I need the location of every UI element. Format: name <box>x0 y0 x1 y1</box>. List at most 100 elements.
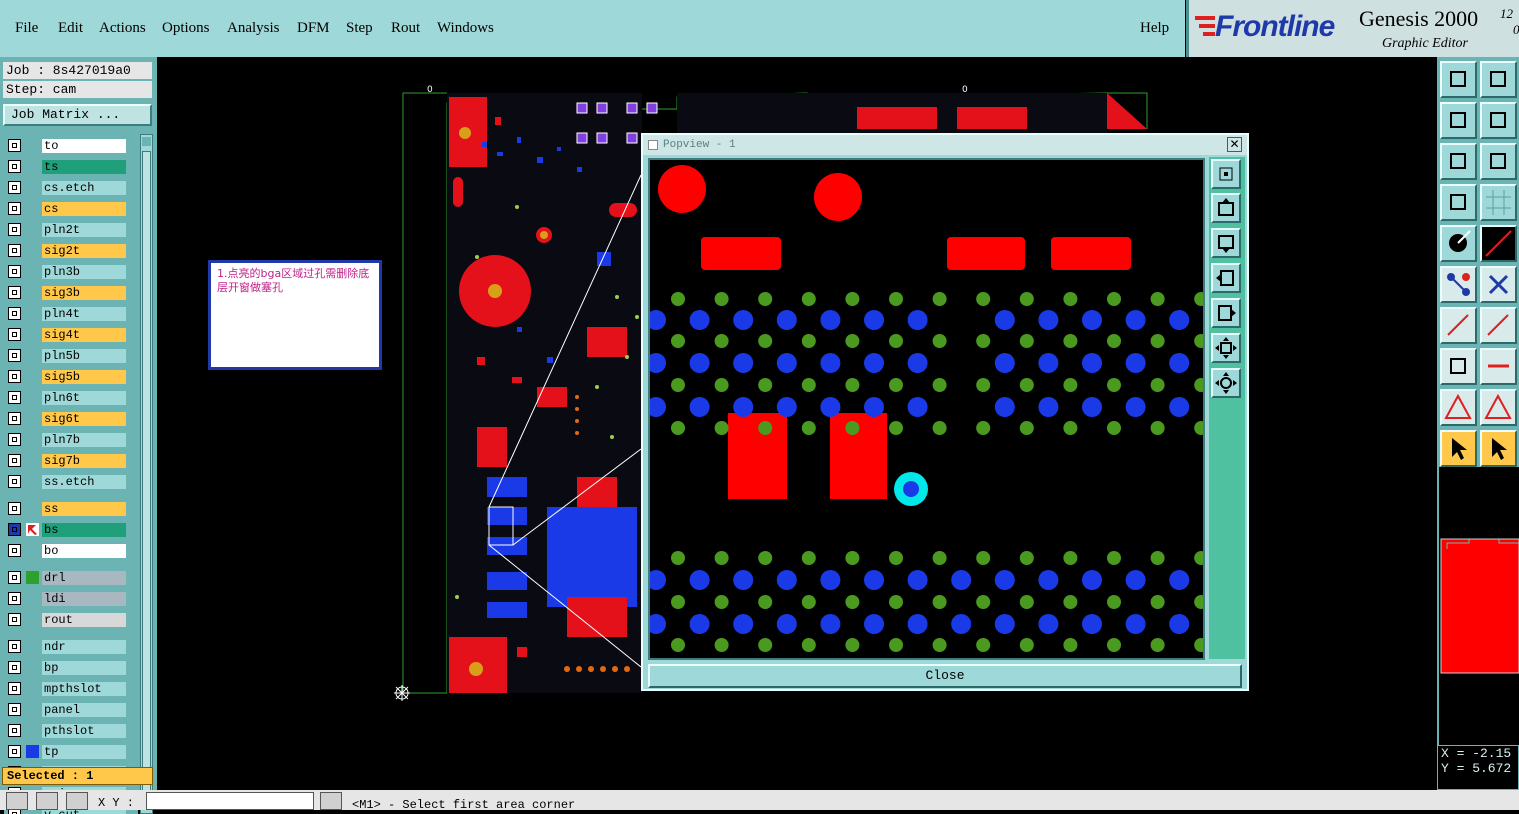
zoom-in-icon[interactable] <box>1440 61 1477 98</box>
layer-checkbox[interactable] <box>8 139 21 152</box>
layer-checkbox[interactable] <box>8 592 21 605</box>
layer-checkbox[interactable] <box>8 475 21 488</box>
layer-checkbox[interactable] <box>8 349 21 362</box>
menu-windows[interactable]: Windows <box>437 20 494 37</box>
layer-checkbox[interactable] <box>8 433 21 446</box>
layer-row-pln5b[interactable]: pln5b <box>4 348 138 363</box>
line-edit-icon[interactable] <box>1480 307 1517 344</box>
layer-checkbox[interactable] <box>8 523 21 536</box>
layer-row-ss[interactable]: ss <box>4 501 138 516</box>
layer-row-pln6t[interactable]: pln6t <box>4 390 138 405</box>
window-menu-icon[interactable] <box>648 140 658 150</box>
layer-name[interactable]: ss <box>42 502 126 516</box>
polygon-icon[interactable] <box>1440 389 1477 426</box>
layer-checkbox[interactable] <box>8 640 21 653</box>
layer-name[interactable]: ts <box>42 160 126 174</box>
layer-list-scrollbar[interactable] <box>140 134 153 814</box>
layer-name[interactable]: sig5b <box>42 370 126 384</box>
menu-actions[interactable]: Actions <box>99 20 146 37</box>
layer-row-sig6t[interactable]: sig6t <box>4 411 138 426</box>
layer-name[interactable]: mpthslot <box>42 682 126 696</box>
menu-edit[interactable]: Edit <box>58 20 83 37</box>
layer-row-rout[interactable]: rout <box>4 612 138 627</box>
zoom-in-icon[interactable] <box>1211 193 1241 223</box>
layer-name[interactable]: bp <box>42 661 126 675</box>
zoom-fit-icon[interactable] <box>1440 143 1477 180</box>
layer-checkbox[interactable] <box>8 682 21 695</box>
layer-name[interactable]: sig6t <box>42 412 126 426</box>
center-icon[interactable] <box>1480 143 1517 180</box>
layer-row-pln4t[interactable]: pln4t <box>4 306 138 321</box>
flip-icon[interactable] <box>1480 225 1517 262</box>
layer-row-sig4t[interactable]: sig4t <box>4 327 138 342</box>
layer-checkbox[interactable] <box>8 202 21 215</box>
layer-checkbox[interactable] <box>8 160 21 173</box>
menu-analysis[interactable]: Analysis <box>227 20 280 37</box>
minimap[interactable] <box>1437 467 1519 745</box>
layer-checkbox[interactable] <box>8 223 21 236</box>
layer-name[interactable]: rout <box>42 613 126 627</box>
xy-input[interactable] <box>146 792 314 810</box>
layer-name[interactable]: drl <box>42 571 126 585</box>
layer-row-pln3b[interactable]: pln3b <box>4 264 138 279</box>
layer-checkbox[interactable] <box>8 661 21 674</box>
menu-file[interactable]: File <box>15 20 38 37</box>
layer-name[interactable]: to <box>42 139 126 153</box>
popview-canvas[interactable] <box>648 158 1205 660</box>
layer-row-mpthslot[interactable]: mpthslot <box>4 681 138 696</box>
layer-checkbox[interactable] <box>8 544 21 557</box>
layer-checkbox[interactable] <box>8 454 21 467</box>
popview-close-button[interactable]: Close <box>648 664 1242 688</box>
layer-name[interactable]: pln6t <box>42 391 126 405</box>
zoom-out-icon[interactable] <box>1480 61 1517 98</box>
zoom-window-icon[interactable] <box>1211 159 1241 189</box>
zoom-out-icon[interactable] <box>1211 228 1241 258</box>
layer-name[interactable]: tp <box>42 745 126 759</box>
layer-row-ts[interactable]: ts <box>4 159 138 174</box>
layer-row-drl[interactable]: drl <box>4 570 138 585</box>
layer-row-cs[interactable]: cs <box>4 201 138 216</box>
pan-right-icon[interactable] <box>1480 102 1517 139</box>
layer-checkbox[interactable] <box>8 613 21 626</box>
layer-checkbox[interactable] <box>8 244 21 257</box>
menu-rout[interactable]: Rout <box>391 20 420 37</box>
layer-checkbox[interactable] <box>8 181 21 194</box>
layer-row-panel[interactable]: panel <box>4 702 138 717</box>
layer-row-sig5b[interactable]: sig5b <box>4 369 138 384</box>
pan-left-icon[interactable] <box>1440 102 1477 139</box>
crosshair-mode-icon[interactable] <box>66 792 88 810</box>
minus-icon[interactable] <box>1480 348 1517 385</box>
fit-icon[interactable] <box>1211 333 1241 363</box>
layer-row-cs-etch[interactable]: cs.etch <box>4 180 138 195</box>
layer-name[interactable]: pln5b <box>42 349 126 363</box>
net-icon[interactable] <box>1440 266 1477 303</box>
select-edit-icon[interactable] <box>1480 430 1517 467</box>
layer-row-pln2t[interactable]: pln2t <box>4 222 138 237</box>
menu-options[interactable]: Options <box>162 20 210 37</box>
popview-title-bar[interactable]: Popview - 1 ✕ <box>643 135 1247 155</box>
scroll-up-arrow-icon[interactable] <box>142 137 151 146</box>
layer-row-sig7b[interactable]: sig7b <box>4 453 138 468</box>
popview-zoomed-view[interactable] <box>650 160 1203 658</box>
layer-checkbox[interactable] <box>8 328 21 341</box>
layer-row-bo[interactable]: bo <box>4 543 138 558</box>
layer-name[interactable]: pln7b <box>42 433 126 447</box>
layer-row-pln7b[interactable]: pln7b <box>4 432 138 447</box>
layer-row-ndr[interactable]: ndr <box>4 639 138 654</box>
layer-row-ss-etch[interactable]: ss.etch <box>4 474 138 489</box>
menu-help[interactable]: Help <box>1140 20 1169 37</box>
close-icon[interactable]: ✕ <box>1227 137 1242 152</box>
layer-name[interactable]: bs <box>42 523 126 537</box>
layer-row-bs[interactable]: bs <box>4 522 138 537</box>
layer-row-ldi[interactable]: ldi <box>4 591 138 606</box>
layer-name[interactable]: sig2t <box>42 244 126 258</box>
snap-icon[interactable] <box>1440 184 1477 221</box>
scroll-thumb[interactable] <box>142 151 151 791</box>
layer-name[interactable]: cs <box>42 202 126 216</box>
pan-right-icon[interactable] <box>1211 298 1241 328</box>
layer-name[interactable]: sig3b <box>42 286 126 300</box>
layer-row-to[interactable]: to <box>4 138 138 153</box>
layer-name[interactable]: ss.etch <box>42 475 126 489</box>
layer-checkbox[interactable] <box>8 703 21 716</box>
layer-checkbox[interactable] <box>8 571 21 584</box>
